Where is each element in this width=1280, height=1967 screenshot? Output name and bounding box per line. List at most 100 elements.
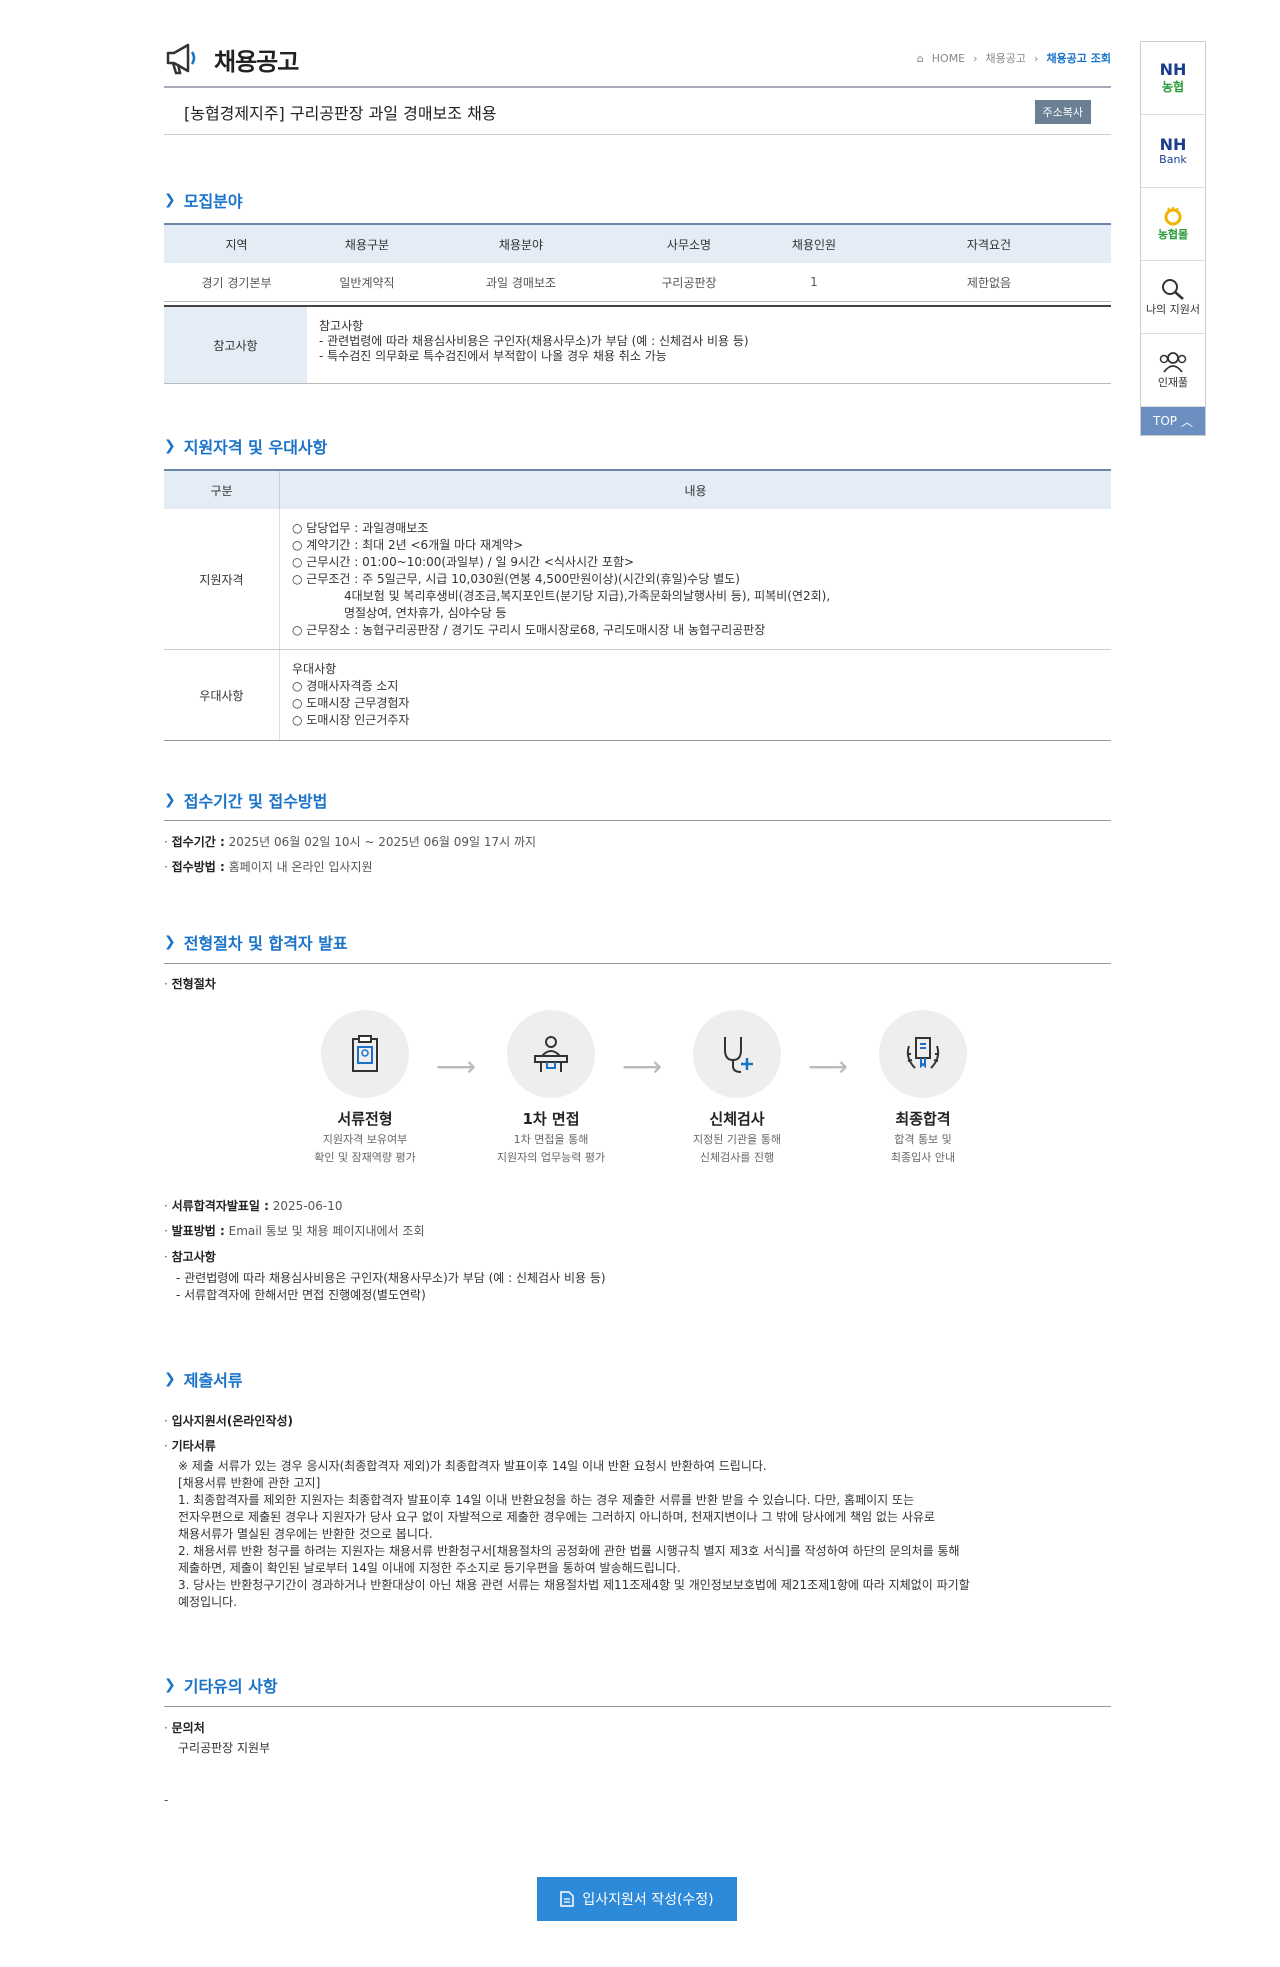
content-line: ○ 도매시장 인근거주자 bbox=[292, 713, 410, 727]
home-icon[interactable]: ⌂ bbox=[917, 52, 924, 65]
write-application-button[interactable]: 입사지원서 작성(수정) bbox=[537, 1877, 737, 1921]
breadcrumb: ⌂ HOME › 채용공고 › 채용공고 조회 bbox=[917, 50, 1111, 66]
process-step: 서류전형 지원자격 보유여부 확인 및 잠재역량 평가 bbox=[285, 1010, 445, 1167]
col-header: 구분 bbox=[164, 469, 280, 509]
content-line: ○ 근무시간 : 01:00~10:00(과일부) / 일 9시간 <식사시간 … bbox=[292, 554, 635, 569]
section-heading-recruit: ❯ 모집분야 bbox=[164, 188, 243, 212]
period-value: 2025년 06월 02일 10시 ~ 2025년 06월 09일 17시 까지 bbox=[228, 835, 537, 849]
note-line: - 특수검진 의무화로 특수검진에서 부적합이 나올 경우 채용 취소 가능 bbox=[319, 349, 667, 363]
quick-nonghyup-mall[interactable]: 농협몰 bbox=[1141, 188, 1205, 261]
step-desc: 합격 통보 및 최종입사 안내 bbox=[843, 1131, 1003, 1167]
process-note-line: · 참고사항 bbox=[164, 1250, 216, 1264]
row-label: 지원자격 bbox=[164, 509, 280, 650]
interview-podium-icon bbox=[534, 1036, 568, 1072]
section-title: 접수기간 및 접수방법 bbox=[183, 792, 328, 811]
cell-region: 경기 경기본부 bbox=[164, 263, 309, 302]
qualification-table: 구분 내용 지원자격 ○ 담당업무 : 과일경매보조 ○ 계약기간 : 최대 2… bbox=[164, 469, 1111, 741]
write-application-label: 입사지원서 작성(수정) bbox=[582, 1892, 714, 1908]
contact-label: 문의처 bbox=[171, 1721, 205, 1735]
col-header: 내용 bbox=[279, 469, 1111, 509]
col-header: 채용인원 bbox=[761, 223, 867, 263]
method-value: 홈페이지 내 온라인 입사지원 bbox=[228, 860, 373, 874]
step-desc: 1차 면접을 통해지원자의 업무능력 평가 bbox=[471, 1131, 631, 1167]
step-circle bbox=[321, 1010, 409, 1098]
step-desc-line: 신체검사를 진행 bbox=[699, 1151, 775, 1164]
table-row: 지원자격 ○ 담당업무 : 과일경매보조 ○ 계약기간 : 최대 2년 <6개월… bbox=[164, 509, 1111, 650]
step-circle bbox=[507, 1010, 595, 1098]
quick-nh-nonghyup[interactable]: NH 농협 bbox=[1141, 42, 1205, 115]
search-icon bbox=[1162, 279, 1184, 300]
job-title-row: [농협경제지주] 구리공판장 과일 경매보조 채용 주소복사 bbox=[164, 88, 1111, 135]
doc-item-label: 입사지원서(온라인작성) bbox=[171, 1414, 294, 1428]
recruit-note: 참고사항 참고사항 - 관련법령에 따라 채용심사비용은 구인자(채용사무소)가… bbox=[164, 305, 1111, 384]
section-title: 지원자격 및 우대사항 bbox=[183, 438, 328, 457]
method-label: 접수방법 : bbox=[171, 860, 225, 874]
note-line: 참고사항 bbox=[319, 319, 364, 333]
process-step: 1차 면접 1차 면접을 통해 지원자의 업무능력 평가 bbox=[471, 1010, 631, 1167]
process-steps: 서류전형 지원자격 보유여부 확인 및 잠재역량 평가 ⟶ 1차 면접 1차 면접… bbox=[164, 1010, 1111, 1170]
nonghyup-mall-logo-icon bbox=[1164, 207, 1182, 226]
stethoscope-icon bbox=[724, 1037, 753, 1073]
section-title: 제출서류 bbox=[183, 1371, 243, 1390]
table-row: 우대사항 우대사항 ○ 경매사자격증 소지 ○ 도매시장 근무경험자 ○ 도매시… bbox=[164, 649, 1111, 741]
chevron-right-icon: ❯ bbox=[164, 934, 176, 950]
page-header: 채용공고 ⌂ HOME › 채용공고 › 채용공고 조회 bbox=[164, 40, 1111, 88]
content-line: ○ 근무조건 : 주 5일근무, 시급 10,030원(연봉 4,500만원이상… bbox=[292, 571, 740, 586]
process-step: 신체검사 지정된 기관을 통해신체검사를 진행 bbox=[657, 1010, 817, 1167]
col-header: 채용분야 bbox=[425, 223, 617, 263]
process-step: 최종합격 합격 통보 및 최종입사 안내 bbox=[843, 1010, 1003, 1167]
step-desc-line: 지원자의 업무능력 평가 bbox=[496, 1151, 606, 1164]
chevron-right-icon: ❯ bbox=[164, 192, 176, 208]
nh-logo-sub: 농협 bbox=[1161, 79, 1185, 94]
doc-line: ※ 제출 서류가 있는 경우 응시자(최종합격자 제외)가 최종합격자 발표이후… bbox=[178, 1459, 767, 1473]
document-clipboard-icon bbox=[352, 1035, 378, 1072]
quick-nh-bank[interactable]: NH Bank bbox=[1141, 115, 1205, 188]
doc-line: 1. 최종합격자를 제외한 지원자는 최종합격자 발표이후 14일 이내 반환요… bbox=[178, 1493, 915, 1507]
step-title: 최종합격 bbox=[895, 1110, 951, 1128]
section-divider bbox=[164, 820, 1111, 821]
announce-date-line: · 서류합격자발표일 : 2025-06-10 bbox=[164, 1199, 343, 1213]
quick-talent-pool[interactable]: 인재풀 bbox=[1141, 334, 1205, 407]
process-label-line: · 전형절차 bbox=[164, 977, 216, 991]
chevron-right-icon: › bbox=[1034, 51, 1039, 65]
doc-line: 3. 당사는 반환청구기간이 경과하거나 반환대상이 아닌 채용 관련 서류는 … bbox=[178, 1578, 970, 1592]
step-title: 신체검사 bbox=[709, 1110, 765, 1128]
breadcrumb-home[interactable]: HOME bbox=[932, 52, 965, 65]
chevron-right-icon: ❯ bbox=[164, 1677, 176, 1693]
content-line: ○ 도매시장 근무경험자 bbox=[292, 696, 410, 710]
chevron-right-icon: ❯ bbox=[164, 438, 176, 454]
contact-value: 구리공판장 지원부 bbox=[178, 1741, 271, 1755]
col-header: 자격요건 bbox=[867, 223, 1111, 263]
laurel-certificate-icon bbox=[906, 1037, 940, 1069]
section-title: 모집분야 bbox=[183, 192, 243, 211]
page-title: 채용공고 bbox=[214, 48, 299, 76]
step-desc-line: 지원자격 보유여부 bbox=[322, 1133, 408, 1146]
megaphone-icon bbox=[166, 43, 196, 75]
chevron-right-icon: ❯ bbox=[164, 792, 176, 808]
doc-line: 전자우편으로 제출된 경우나 지원자가 당사 요구 없이 자발적으로 제출한 경… bbox=[178, 1510, 935, 1524]
breadcrumb-current: 채용공고 조회 bbox=[1046, 52, 1111, 65]
doc-line: 제출하면, 제출이 확인된 날로부터 14일 이내에 지정한 주소지로 등기우편… bbox=[178, 1561, 681, 1575]
talent-pool-label: 인재풀 bbox=[1157, 376, 1189, 389]
note-line: - 관련법령에 따라 채용심사비용은 구인자(채용사무소)가 부담 (예 : 신… bbox=[176, 1271, 606, 1285]
scroll-top-button[interactable]: TOP ︿ bbox=[1141, 407, 1205, 435]
cell-requirement: 제한없음 bbox=[867, 263, 1111, 302]
copy-url-button[interactable]: 주소복사 bbox=[1034, 100, 1091, 124]
announce-method-value: Email 통보 및 채용 페이지내에서 조회 bbox=[228, 1224, 425, 1238]
col-header: 사무소명 bbox=[617, 223, 761, 263]
row-content: ○ 담당업무 : 과일경매보조 ○ 계약기간 : 최대 2년 <6개월 마다 재… bbox=[279, 509, 1111, 650]
quick-my-application[interactable]: 나의 지원서 bbox=[1141, 261, 1205, 334]
doc-item-label: 기타서류 bbox=[171, 1439, 216, 1453]
note-line: - 서류합격자에 한해서만 면접 진행예정(별도연락) bbox=[176, 1288, 426, 1302]
step-desc-line: 지정된 기관을 통해 bbox=[693, 1133, 781, 1146]
section-heading-documents: ❯ 제출서류 bbox=[164, 1367, 243, 1391]
content-line: ○ 계약기간 : 최대 2년 <6개월 마다 재계약> bbox=[292, 537, 524, 552]
process-note-label: 참고사항 bbox=[171, 1250, 216, 1264]
step-desc: 지정된 기관을 통해신체검사를 진행 bbox=[657, 1131, 817, 1167]
step-desc: 지원자격 보유여부 확인 및 잠재역량 평가 bbox=[285, 1131, 445, 1167]
section-heading-period: ❯ 접수기간 및 접수방법 bbox=[164, 788, 327, 812]
process-label: 전형절차 bbox=[171, 977, 216, 991]
step-desc-line: 1차 면접을 통해 bbox=[513, 1133, 589, 1146]
breadcrumb-recruit[interactable]: 채용공고 bbox=[986, 50, 1026, 66]
doc-line: 예정입니다. bbox=[178, 1595, 238, 1609]
